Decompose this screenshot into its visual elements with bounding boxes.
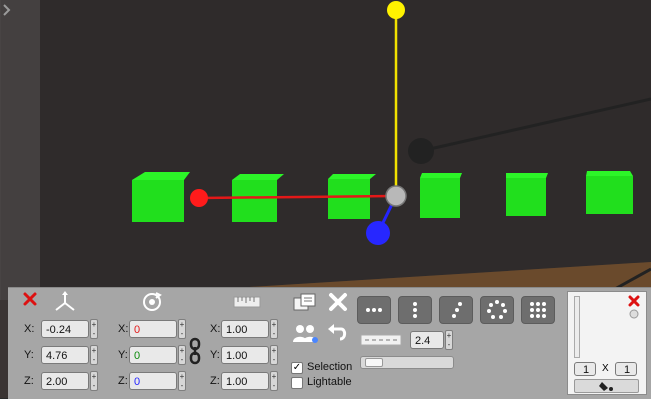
paint-bucket-icon	[599, 382, 613, 391]
snap-spacing-stepper[interactable]: + -	[445, 330, 453, 350]
snap-mode-button-dots-diagonal[interactable]	[439, 296, 473, 324]
rot-x-label: X:	[118, 323, 129, 335]
light-handle[interactable]	[408, 138, 434, 164]
paint-bucket-button[interactable]	[574, 379, 639, 393]
close-icon[interactable]	[22, 291, 38, 307]
snap-mode-button-grid[interactable]	[521, 296, 555, 324]
scale-z-stepper[interactable]: + -	[270, 371, 278, 391]
pos-y-label: Y:	[24, 349, 34, 361]
snap-slider-track[interactable]	[360, 356, 454, 369]
group-users-icon[interactable]	[290, 320, 322, 348]
pos-z-label: Z:	[24, 375, 34, 387]
lightable-checkbox[interactable]	[291, 377, 303, 389]
scale-y-label: Y:	[210, 349, 220, 361]
pos-z-input[interactable]: 2.00	[41, 372, 89, 390]
snap-spacing-input[interactable]: 2.4	[410, 331, 444, 349]
pos-x-stepper[interactable]: + -	[90, 319, 98, 339]
duplicate-icon[interactable]	[291, 292, 319, 316]
selection-checkbox[interactable]: ✓	[291, 362, 303, 374]
rot-y-input[interactable]: 0	[129, 346, 177, 364]
rot-x-stepper[interactable]: + -	[178, 319, 186, 339]
link-scale-icon[interactable]	[189, 337, 201, 365]
rot-y-stepper[interactable]: + -	[178, 345, 186, 365]
scale-x-label: X:	[210, 323, 221, 335]
snap-spacing-icon	[360, 334, 402, 346]
transform-panel: X: -0.24 + - Y: 4.76 + - Z: 2.00 + - X: 0 +…	[8, 287, 651, 399]
ruler-icon	[233, 296, 261, 308]
pos-x-label: X:	[24, 323, 35, 335]
dots-diagonal-icon	[452, 302, 462, 318]
green-cube-1	[132, 172, 190, 222]
scale-y-stepper[interactable]: + -	[270, 345, 278, 365]
z-axis-handle[interactable]	[366, 221, 390, 245]
scale-x-stepper[interactable]: + -	[270, 319, 278, 339]
left-wall	[0, 0, 40, 300]
axes-icon	[55, 291, 75, 311]
y-axis-handle[interactable]	[387, 1, 405, 19]
selection-label: Selection	[307, 361, 353, 373]
undo-icon[interactable]	[326, 321, 350, 345]
dots-grid-icon	[530, 302, 546, 318]
rot-z-label: Z:	[118, 375, 128, 387]
scale-z-input[interactable]: 1.00	[221, 372, 269, 390]
snap-mode-button-dots-h[interactable]	[357, 296, 391, 324]
rot-y-label: Y:	[118, 349, 128, 361]
rot-z-input[interactable]: 0	[129, 372, 177, 390]
scale-x-input[interactable]: 1.00	[221, 320, 269, 338]
preview-scrollbar[interactable]	[574, 296, 580, 358]
snap-mode-button-dots-v[interactable]	[398, 296, 432, 324]
texture-preview-panel: 1 X 1	[567, 291, 647, 395]
tile-x-input[interactable]: 1	[574, 362, 596, 376]
tile-y-input[interactable]: 1	[615, 362, 637, 376]
tile-separator: X	[602, 363, 609, 374]
snap-slider-thumb[interactable]	[365, 358, 383, 367]
preview-radio-icon[interactable]	[629, 309, 639, 319]
lightable-label: Lightable	[307, 376, 352, 388]
preview-close-icon[interactable]	[628, 295, 640, 307]
scale-z-label: Z:	[210, 375, 220, 387]
snap-mode-button-circle[interactable]	[480, 296, 514, 324]
dots-circle-icon	[487, 300, 507, 319]
scale-y-input[interactable]: 1.00	[221, 346, 269, 364]
green-cube-4	[420, 173, 462, 218]
back-wall	[40, 0, 651, 300]
green-cube-6	[586, 171, 633, 214]
x-axis-handle[interactable]	[190, 189, 208, 207]
pos-y-stepper[interactable]: + -	[90, 345, 98, 365]
green-cube-5	[506, 173, 548, 216]
dots-vertical-icon	[413, 302, 417, 318]
pos-y-input[interactable]: 4.76	[41, 346, 89, 364]
gizmo-center[interactable]	[385, 185, 407, 207]
rotation-icon	[143, 292, 162, 311]
rot-x-input[interactable]: 0	[129, 320, 177, 338]
delete-icon[interactable]	[326, 290, 350, 314]
pos-x-input[interactable]: -0.24	[41, 320, 89, 338]
dots-horizontal-icon	[366, 308, 382, 312]
pos-z-stepper[interactable]: + -	[90, 371, 98, 391]
rot-z-stepper[interactable]: + -	[178, 371, 186, 391]
